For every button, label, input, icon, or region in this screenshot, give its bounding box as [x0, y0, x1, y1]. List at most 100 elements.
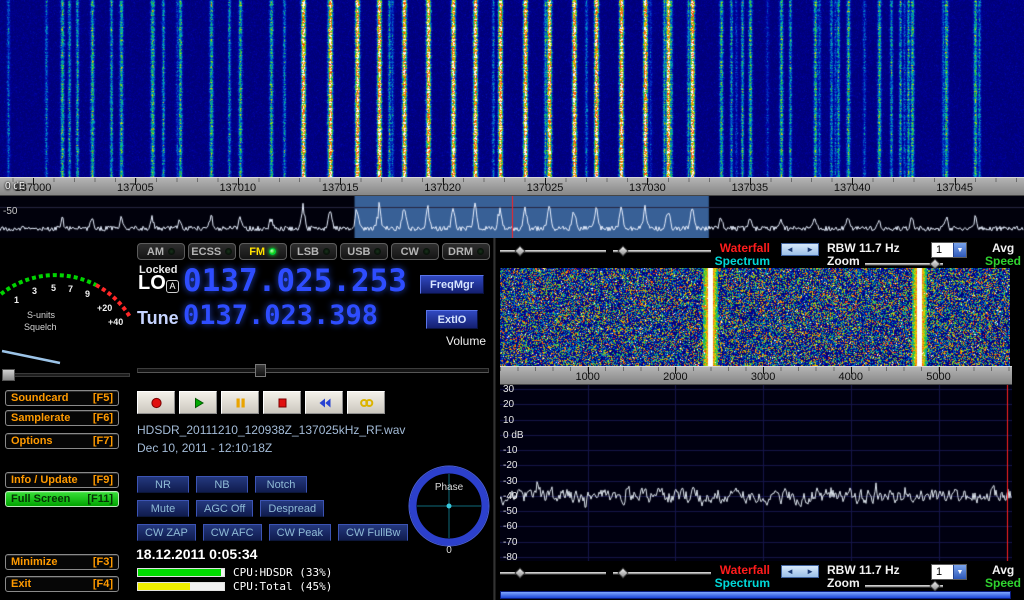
zoom-slider-bottom[interactable] [865, 585, 943, 588]
scroll-arrows[interactable]: ◄► [781, 243, 819, 256]
zoom-frequency-scale[interactable]: 10002000300040005000 [500, 366, 1012, 385]
waterfall-mode-label[interactable]: Waterfall [720, 241, 770, 255]
zoom-label: Zoom [827, 254, 860, 268]
side-button-soundcard[interactable]: Soundcard [F5] [5, 390, 119, 406]
mode-button-fm[interactable]: FM [239, 243, 287, 260]
stop-button[interactable] [263, 391, 301, 414]
right-arrow-icon[interactable]: ► [806, 245, 814, 254]
zoom-spectrum-display[interactable] [500, 385, 1012, 561]
mode-button-am[interactable]: AM [137, 243, 185, 260]
volume-slider-track [137, 368, 489, 373]
avg-label: Avg [992, 563, 1014, 577]
right-arrow-icon[interactable]: ► [806, 567, 814, 576]
mode-button-cw[interactable]: CW [391, 243, 439, 260]
squelch-label[interactable]: Squelch [24, 322, 57, 332]
play-button[interactable] [179, 391, 217, 414]
volume-slider-thumb[interactable] [255, 364, 266, 377]
dropdown-caret-icon[interactable]: ▼ [953, 243, 966, 257]
left-arrow-icon[interactable]: ◄ [786, 245, 794, 254]
dsp-button-cw-peak[interactable]: CW Peak [269, 524, 331, 541]
cpu-total-label: CPU:Total (45%) [233, 580, 332, 593]
lo-label: LO [138, 272, 166, 295]
dsp-button-despread[interactable]: Despread [260, 500, 324, 517]
avg-count-select[interactable]: 1▼ [931, 564, 967, 580]
lock-badge-icon[interactable]: A [166, 280, 179, 293]
dsp-button-cw-zap[interactable]: CW ZAP [137, 524, 196, 541]
mode-led-icon [269, 248, 276, 255]
side-button-label: Full Screen [11, 493, 70, 505]
mode-button-lsb[interactable]: LSB [290, 243, 338, 260]
display-slider-2-bottom[interactable] [613, 572, 711, 575]
mode-button-ecss[interactable]: ECSS [188, 243, 236, 260]
s-meter-tick-3: 3 [32, 286, 37, 296]
zoom-slider-top[interactable] [865, 263, 943, 266]
mode-button-usb[interactable]: USB [340, 243, 388, 260]
side-button-label: Options [11, 435, 53, 447]
s-meter-tick-7: 7 [68, 284, 73, 294]
side-button-minimize[interactable]: Minimize[F3] [5, 554, 119, 570]
dsp-button-mute[interactable]: Mute [137, 500, 189, 517]
dsp-button-agc-off[interactable]: AGC Off [196, 500, 253, 517]
loop-button[interactable] [347, 391, 385, 414]
lo-frequency-display[interactable]: 0137.025.253 [183, 266, 407, 297]
extio-button[interactable]: ExtIO [426, 310, 478, 329]
phase-indicator[interactable]: Phase 0 [405, 460, 493, 556]
zoom-waterfall-display[interactable] [500, 268, 1010, 366]
waterfall-mode-label[interactable]: Waterfall [720, 563, 770, 577]
side-button-info-update[interactable]: Info / Update[F9] [5, 472, 119, 488]
dsp-row: CW ZAP CW AFC CW Peak CW FullBw [137, 524, 408, 541]
mode-label: FM [249, 246, 265, 258]
squelch-slider-track [2, 373, 130, 377]
frequency-tick-label: 137010 [219, 182, 256, 194]
zoom-slider-top-thumb[interactable] [929, 258, 940, 269]
dropdown-caret-icon[interactable]: ▼ [953, 565, 966, 579]
display-slider-1-bottom[interactable] [500, 572, 606, 575]
zoom-range-bar[interactable] [500, 591, 1011, 599]
s-units-label: S-units [27, 310, 56, 320]
display-slider-2-top[interactable] [613, 250, 711, 253]
side-button-hotkey: [F5] [93, 392, 113, 404]
stop-icon [274, 396, 291, 410]
pause-button[interactable] [221, 391, 259, 414]
db-tick-label: -80 [503, 552, 517, 563]
left-arrow-icon[interactable]: ◄ [786, 567, 794, 576]
scroll-arrows[interactable]: ◄► [781, 565, 819, 578]
dsp-button-nr[interactable]: NR [137, 476, 189, 493]
display-slider-1-bottom-thumb[interactable] [514, 567, 525, 578]
main-spectrum-display[interactable] [0, 196, 1024, 238]
display-slider-2-bottom-thumb[interactable] [617, 567, 628, 578]
side-button-label: Soundcard [11, 392, 68, 404]
tune-frequency-display[interactable]: 0137.023.398 [183, 302, 378, 329]
display-slider-1-top[interactable] [500, 250, 606, 253]
zoom-slider-bottom-thumb[interactable] [929, 580, 940, 591]
dsp-button-cw-afc[interactable]: CW AFC [203, 524, 262, 541]
freqmgr-button[interactable]: FreqMgr [420, 275, 484, 294]
side-button-options[interactable]: Options [F7] [5, 433, 119, 449]
spectrum-db-mid-label: -50 [3, 206, 17, 217]
volume-slider[interactable] [137, 364, 489, 377]
dsp-button-nb[interactable]: NB [196, 476, 248, 493]
dsp-button-cw-fullbw[interactable]: CW FullBw [338, 524, 408, 541]
side-button-full-screen[interactable]: Full Screen[F11] [5, 491, 119, 507]
s-meter[interactable]: 1 3 5 7 9 +20 +40 S-units Squelch [0, 241, 132, 365]
side-button-exit[interactable]: Exit[F4] [5, 576, 119, 592]
display-slider-2-top-thumb[interactable] [617, 245, 628, 256]
avg-count-select[interactable]: 1▼ [931, 242, 967, 258]
spectrum-mode-label[interactable]: Spectrum [715, 576, 770, 590]
squelch-slider[interactable] [2, 369, 130, 381]
main-frequency-scale[interactable]: 0 dB 13700013700513701013701513702013702… [0, 177, 1024, 196]
squelch-slider-thumb[interactable] [2, 369, 15, 381]
record-button[interactable] [137, 391, 175, 414]
side-button-hotkey: [F7] [93, 435, 113, 447]
dsp-button-notch[interactable]: Notch [255, 476, 307, 493]
rewind-button[interactable] [305, 391, 343, 414]
side-button-hotkey: [F6] [93, 412, 113, 424]
tune-label: Tune [137, 308, 179, 329]
mode-led-icon [323, 248, 330, 255]
spectrum-mode-label[interactable]: Spectrum [715, 254, 770, 268]
display-slider-1-top-thumb[interactable] [514, 245, 525, 256]
mode-label: USB [347, 246, 370, 258]
side-button-samplerate[interactable]: Samplerate[F6] [5, 410, 119, 426]
main-waterfall-display[interactable] [0, 0, 1024, 177]
mode-button-drm[interactable]: DRM [442, 243, 490, 260]
